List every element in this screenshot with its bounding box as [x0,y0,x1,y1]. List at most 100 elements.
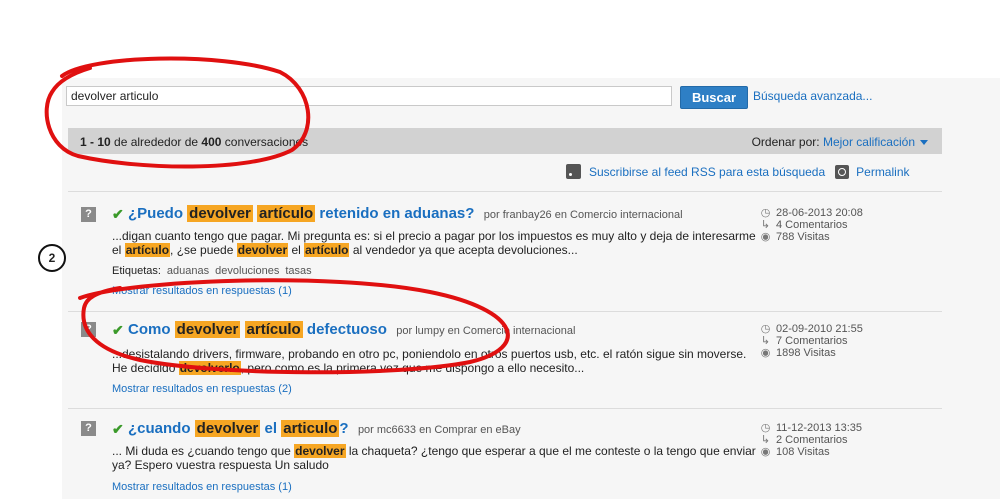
title-text: ¿cuando [128,420,191,437]
clock-icon: ◷ [760,207,771,219]
snippet-text: , pero como es la primera vez que me dis… [240,361,585,375]
snippet-text: al vendedor ya que acepta devoluciones..… [352,243,578,257]
item-title-line: ¿cuando devolver el articulo? por mc6633… [128,420,521,437]
sort-label: Ordenar por: [751,135,820,149]
title-text: el [264,420,278,437]
results-bar: 1 - 10 de alrededor de 400 conversacione… [68,128,942,154]
item-meta: por lumpy en Comercio internacional [396,325,576,337]
item-comments: 2 Comentarios [776,434,848,446]
item-date-row: ◷ 28-06-2013 20:08 [760,207,863,219]
question-icon: ? [81,322,96,337]
title-highlight: devolver [174,321,241,338]
show-replies-link[interactable]: Mostrar resultados en respuestas (1) [112,285,292,297]
reply-arrow-icon: ↳ [760,434,771,446]
item-comments-row: ↳ 4 Comentarios [760,219,863,231]
snippet-text: , ¿se puede [170,243,234,257]
permalink-icon[interactable] [835,164,850,179]
check-icon: ✔ [112,206,124,222]
divider [68,191,942,192]
reply-arrow-icon: ↳ [760,335,771,347]
results-suffix: conversaciones [221,135,309,149]
item-date: 11-12-2013 13:35 [776,422,863,434]
item-title-line: ¿Puedo devolver artículo retenido en adu… [128,205,683,222]
check-icon: ✔ [112,421,124,437]
results-total: 400 [201,135,222,149]
eye-icon: ◉ [760,347,771,359]
item-date: 02-09-2010 21:55 [776,323,863,335]
item-comments: 4 Comentarios [776,219,848,231]
tag[interactable]: aduanas [167,265,209,277]
divider [68,408,942,409]
snippet-highlight: devolver [236,243,289,257]
tags-label: Etiquetas: [112,265,161,277]
item-snippet: ...desistalando drivers, firmware, proba… [112,347,762,375]
item-title[interactable]: Como devolver artículo defectuoso [128,321,387,338]
item-meta: por franbay26 en Comercio internacional [483,209,683,221]
item-views-row: ◉ 1898 Visitas [760,347,863,359]
check-icon: ✔ [112,322,124,338]
results-of-text: de alrededor de [110,135,202,149]
item-meta: por mc6633 en Comprar en eBay [357,424,521,436]
item-title[interactable]: ¿Puedo devolver artículo retenido en adu… [128,205,474,222]
item-comments-row: ↳ 7 Comentarios [760,335,863,347]
advanced-search-link[interactable]: Búsqueda avanzada... [753,89,872,103]
snippet-highlight: artículo [124,243,171,257]
title-text: Como [128,321,171,338]
item-views-row: ◉ 788 Visitas [760,231,863,243]
show-replies-link[interactable]: Mostrar resultados en respuestas (1) [112,481,292,493]
tag[interactable]: devoluciones [215,265,279,277]
title-text: defectuoso [306,321,387,338]
clock-icon: ◷ [760,323,771,335]
question-icon: ? [81,207,96,222]
item-date: 28-06-2013 20:08 [776,207,863,219]
results-count: 1 - 10 de alrededor de 400 conversacione… [80,135,308,149]
item-comments-row: ↳ 2 Comentarios [760,434,862,446]
chevron-down-icon[interactable] [920,140,928,146]
search-input[interactable] [66,86,672,106]
item-views-row: ◉ 108 Visitas [760,446,862,458]
item-views: 788 Visitas [776,231,830,243]
title-highlight: articulo [281,420,340,437]
title-highlight: devolver [194,420,261,437]
divider [68,311,942,312]
results-range: 1 - 10 [80,135,111,149]
item-title-line: Como devolver artículo defectuoso por lu… [128,321,575,338]
title-highlight: artículo [257,205,316,222]
snippet-text: el [291,243,301,257]
snippet-highlight: devolver [294,444,346,458]
feed-row: Suscribirse al feed RSS para esta búsque… [566,164,910,179]
title-text: retenido en aduanas? [319,205,475,222]
show-replies-link[interactable]: Mostrar resultados en respuestas (2) [112,383,292,395]
item-date-row: ◷ 11-12-2013 13:35 [760,422,862,434]
annotation-badge: 2 [38,244,66,272]
sort-value[interactable]: Mejor calificación [823,135,915,149]
clock-icon: ◷ [760,422,771,434]
rss-icon[interactable] [566,164,581,179]
title-text: ? [339,420,349,437]
sort-control[interactable]: Ordenar por: Mejor calificación [752,135,928,149]
item-title[interactable]: ¿cuando devolver el articulo? [128,420,349,437]
permalink-link[interactable]: Permalink [856,165,909,179]
eye-icon: ◉ [760,231,771,243]
item-stats: ◷ 28-06-2013 20:08 ↳ 4 Comentarios ◉ 788 Vi… [760,207,863,243]
item-snippet: ... Mi duda es ¿cuando tengo que devolve… [112,444,762,472]
item-tags: Etiquetas: aduanas devoluciones tasas [112,265,312,277]
title-text: ¿Puedo [128,205,183,222]
item-stats: ◷ 11-12-2013 13:35 ↳ 2 Comentarios ◉ 108 Vi… [760,422,862,458]
item-comments: 7 Comentarios [776,335,848,347]
tag[interactable]: tasas [285,265,311,277]
snippet-highlight: artículo [304,243,350,257]
title-highlight: artículo [244,321,303,338]
item-snippet: ...digan cuanto tengo que pagar. Mi preg… [112,229,762,257]
snippet-highlight: devolverlo [178,361,241,375]
rss-link[interactable]: Suscribirse al feed RSS para esta búsque… [589,165,825,179]
reply-arrow-icon: ↳ [760,219,771,231]
eye-icon: ◉ [760,446,771,458]
question-icon: ? [81,421,96,436]
title-highlight: devolver [187,205,253,222]
item-views: 108 Visitas [776,446,830,458]
item-views: 1898 Visitas [776,347,836,359]
item-stats: ◷ 02-09-2010 21:55 ↳ 7 Comentarios ◉ 1898 V… [760,323,863,359]
snippet-text: ... Mi duda es ¿cuando tengo que [112,444,291,458]
search-button[interactable]: Buscar [680,86,748,109]
